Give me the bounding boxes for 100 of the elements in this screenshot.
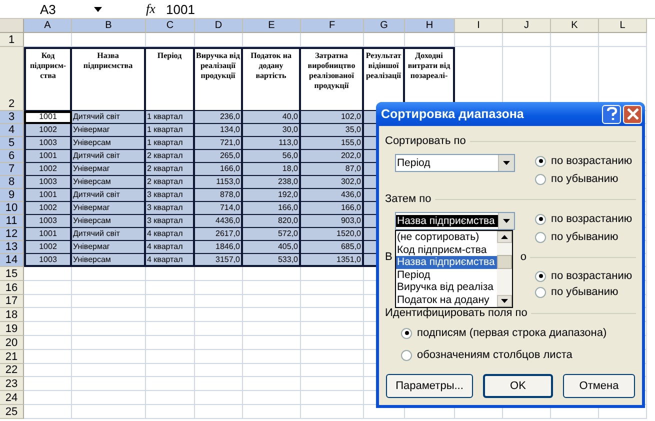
arrow-down-icon bbox=[501, 299, 508, 303]
table-cell bbox=[24, 280, 72, 295]
table-cell bbox=[195, 280, 243, 295]
list-item[interactable]: Назва підприємства bbox=[396, 256, 497, 269]
radio-label[interactable]: по возрастанию bbox=[551, 270, 632, 282]
scroll-thumb[interactable] bbox=[497, 255, 512, 269]
column-header[interactable]: A bbox=[24, 19, 72, 33]
radio-label[interactable]: по возрастанию bbox=[551, 155, 632, 167]
radio-label[interactable]: обозначениям столбцов листа bbox=[417, 349, 572, 361]
row-header[interactable]: 19 bbox=[0, 322, 24, 336]
dialog-button[interactable]: Отмена bbox=[563, 374, 635, 398]
table-cell bbox=[195, 267, 243, 281]
row-header[interactable]: 13 bbox=[0, 241, 24, 254]
table-cell bbox=[195, 377, 243, 392]
column-header[interactable]: K bbox=[551, 19, 599, 33]
column-header[interactable]: F bbox=[301, 19, 364, 33]
column-header[interactable]: B bbox=[72, 19, 146, 33]
column-header[interactable]: L bbox=[599, 19, 647, 33]
scroll-bar[interactable] bbox=[497, 231, 512, 307]
column-header[interactable]: J bbox=[503, 19, 551, 33]
table-cell bbox=[243, 322, 301, 336]
radio-label[interactable]: по убыванию bbox=[551, 173, 618, 185]
table-cell: 2617,0 bbox=[195, 228, 243, 241]
row-header[interactable]: 22 bbox=[0, 364, 24, 378]
radio-label[interactable]: подписям (первая строка диапазона) bbox=[417, 327, 607, 339]
table-cell: 405,0 bbox=[243, 241, 301, 254]
dropdown-button[interactable] bbox=[498, 155, 514, 171]
scroll-up-button[interactable] bbox=[497, 231, 512, 243]
row-header[interactable]: 4 bbox=[0, 124, 24, 137]
radio-button[interactable] bbox=[535, 156, 546, 166]
table-cell bbox=[24, 391, 72, 405]
row-header[interactable]: 7 bbox=[0, 163, 24, 176]
row-header[interactable]: 2 bbox=[0, 47, 24, 111]
row-header[interactable]: 5 bbox=[0, 137, 24, 150]
radio-button[interactable] bbox=[535, 270, 546, 282]
scroll-down-button[interactable] bbox=[497, 295, 512, 307]
radio-button[interactable] bbox=[535, 214, 546, 224]
row-header[interactable]: 11 bbox=[0, 215, 24, 228]
row-header[interactable]: 12 bbox=[0, 228, 24, 241]
row-header[interactable]: 1 bbox=[0, 33, 24, 47]
name-box[interactable]: A3 bbox=[0, 0, 110, 18]
row-header[interactable]: 10 bbox=[0, 202, 24, 215]
radio-button[interactable] bbox=[535, 232, 546, 242]
row-header[interactable]: 20 bbox=[0, 336, 24, 350]
table-cell: 1001 bbox=[24, 189, 72, 202]
table-cell bbox=[243, 267, 301, 281]
radio-button[interactable] bbox=[401, 328, 412, 338]
list-item[interactable]: Період bbox=[396, 268, 497, 282]
radio-button[interactable] bbox=[535, 286, 546, 298]
dropdown-arrow-icon[interactable] bbox=[94, 6, 102, 12]
radio-label[interactable]: по убыванию bbox=[551, 286, 618, 298]
formula-field[interactable]: 1001 bbox=[166, 0, 655, 18]
column-header[interactable]: D bbox=[195, 19, 243, 33]
row-header[interactable]: 18 bbox=[0, 308, 24, 322]
column-header[interactable]: G bbox=[364, 19, 405, 33]
dropdown-button[interactable] bbox=[498, 213, 514, 229]
question-mark-icon bbox=[606, 107, 618, 121]
table-cell: 155,0 bbox=[301, 137, 364, 150]
column-header[interactable]: H bbox=[405, 19, 455, 33]
row-header[interactable]: 14 bbox=[0, 254, 24, 267]
row-header[interactable]: 6 bbox=[0, 150, 24, 163]
table-cell bbox=[146, 336, 195, 350]
dropdown-field[interactable]: Період bbox=[395, 154, 515, 172]
table-cell bbox=[24, 350, 72, 364]
radio-label[interactable]: по возрастанию bbox=[551, 213, 632, 225]
table-cell bbox=[195, 294, 243, 308]
column-header[interactable]: C bbox=[146, 19, 195, 33]
table-cell bbox=[301, 294, 364, 308]
list-item[interactable]: Код підприєм-ства bbox=[396, 244, 497, 256]
row-header[interactable]: 3 bbox=[0, 111, 24, 124]
row-header[interactable]: 8 bbox=[0, 176, 24, 189]
table-cell: 1003 bbox=[24, 176, 72, 189]
row-header[interactable]: 23 bbox=[0, 377, 24, 392]
row-header[interactable]: 17 bbox=[0, 294, 24, 308]
table-cell: Дитячий світ bbox=[72, 189, 146, 202]
column-header[interactable]: I bbox=[455, 19, 503, 33]
table-cell bbox=[146, 350, 195, 364]
row-header[interactable]: 21 bbox=[0, 350, 24, 364]
help-button[interactable] bbox=[602, 104, 621, 124]
list-item[interactable]: Податок на додану bbox=[396, 294, 497, 307]
function-label[interactable]: fx bbox=[146, 1, 166, 17]
radio-button[interactable] bbox=[535, 174, 546, 184]
row-header[interactable]: 16 bbox=[0, 280, 24, 295]
row-header[interactable]: 9 bbox=[0, 189, 24, 202]
row-header[interactable]: 25 bbox=[0, 404, 24, 419]
close-button[interactable] bbox=[623, 104, 642, 124]
row-header[interactable]: 24 bbox=[0, 391, 24, 405]
table-cell: 1846,0 bbox=[195, 241, 243, 254]
column-header[interactable]: E bbox=[243, 19, 301, 33]
table-cell: 820,0 bbox=[243, 215, 301, 228]
list-item[interactable]: (не сортировать) bbox=[396, 231, 497, 244]
dropdown-field[interactable]: Назва підприємства bbox=[395, 212, 515, 230]
dialog-button[interactable]: Параметры... bbox=[386, 374, 473, 398]
radio-button[interactable] bbox=[401, 350, 412, 360]
radio-label[interactable]: по убыванию bbox=[551, 231, 618, 243]
row-header[interactable]: 15 bbox=[0, 267, 24, 281]
table-cell: 40,0 bbox=[243, 111, 301, 124]
dialog-button[interactable]: OK bbox=[483, 374, 553, 398]
table-cell: 1002 bbox=[24, 163, 72, 176]
list-item[interactable]: Виручка від реаліза bbox=[396, 281, 497, 294]
